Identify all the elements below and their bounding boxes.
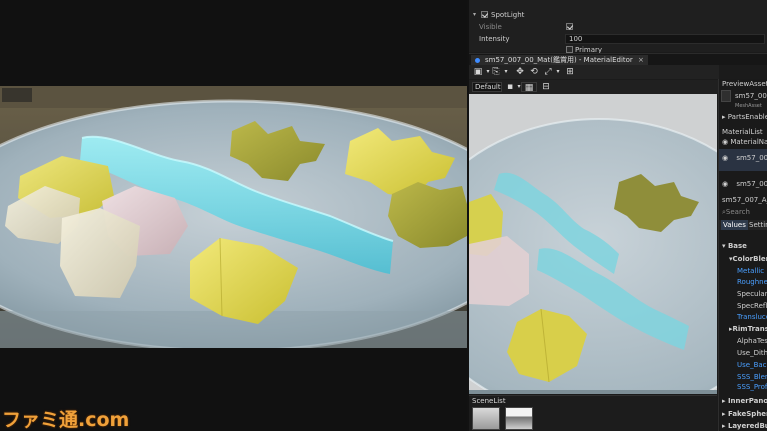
search-input[interactable]: ⌕Search	[722, 208, 750, 217]
material-list-item[interactable]: ◉ sm57_007	[722, 154, 767, 162]
scene-list-title: SceneList	[472, 397, 506, 405]
mesh-asset-label: MeshAsset	[735, 103, 762, 109]
values-settings-tabs: Values Setting	[719, 220, 767, 230]
dropdown-arrow-icon[interactable]: ▾	[553, 67, 563, 77]
material-preview-viewport[interactable]	[469, 94, 717, 394]
view-mode-value: Default	[475, 83, 501, 91]
search-placeholder: Search	[725, 208, 750, 216]
spotlight-checkbox[interactable]	[481, 11, 488, 18]
color-blend-section[interactable]: ▾ColorBlend	[729, 255, 767, 263]
primary-checkbox[interactable]	[566, 46, 573, 53]
layout-icon[interactable]: ▦	[521, 82, 537, 93]
layered-bump-label: LayeredBump	[727, 422, 767, 430]
intensity-row: Intensity 100	[469, 33, 767, 44]
color-blend-label: ColorBlend	[732, 255, 767, 263]
material-name-label: MaterialName	[730, 138, 767, 146]
tab-status-dot-icon	[475, 58, 480, 63]
base-section[interactable]: ▾ Base	[722, 242, 747, 250]
base-label: Base	[727, 242, 747, 250]
parts-enable-label: PartsEnable	[727, 113, 767, 121]
view-mode-select[interactable]: Default	[472, 82, 502, 92]
layered-bump-section[interactable]: ▸ LayeredBump	[722, 422, 767, 430]
eye-icon[interactable]: ◉	[722, 180, 730, 188]
rotate-icon[interactable]: ⟲	[529, 67, 539, 77]
scene-list-panel: SceneList	[469, 395, 717, 431]
editor-toolbar: ▣ ▾ ⎘ ▾ ✥ ⟲ ⤢ ▾ ⊞	[469, 65, 719, 79]
view-toolbar: Default ▪ ▾ ▦ ⊟	[469, 80, 719, 94]
visible-label: Visible	[479, 22, 502, 31]
close-icon[interactable]: ×	[638, 56, 644, 64]
fake-sphere-section[interactable]: ▸ FakeSphere	[722, 410, 767, 418]
main-viewport[interactable]: ファミ通.com	[0, 0, 467, 431]
fake-sphere-label: FakeSphere	[727, 410, 767, 418]
intensity-label: Intensity	[479, 34, 510, 43]
material-editor-pane: ▾ SpotLight Visible Intensity 100 Primar…	[469, 0, 767, 431]
sss-blend-param[interactable]: SSS_Blend	[737, 373, 767, 381]
visible-row: Visible	[469, 21, 767, 32]
spotlight-row[interactable]: ▾ SpotLight	[469, 9, 767, 20]
light-properties: ▾ SpotLight Visible Intensity 100 Primar…	[469, 0, 767, 54]
material-list-label: MaterialList	[722, 128, 763, 136]
snap-icon[interactable]: ⊞	[565, 67, 575, 77]
use-back-param[interactable]: Use_Back	[737, 361, 767, 369]
tab-values[interactable]: Values	[721, 220, 748, 230]
material-side-panel: PreviewAsset sm57_007 MeshAsset ▸ PartsE…	[718, 79, 767, 431]
material-item-label: sm57_007	[736, 180, 767, 188]
tab-settings[interactable]: Setting	[747, 220, 767, 230]
specular-param[interactable]: SpecularRe	[737, 290, 767, 298]
grid-icon[interactable]: ⊟	[541, 82, 551, 92]
asset-name[interactable]: sm57_007	[735, 92, 767, 100]
export-icon[interactable]: ⎘	[491, 67, 501, 77]
dropdown-arrow-icon[interactable]: ▾	[501, 67, 511, 77]
roughness-param[interactable]: Roughness	[737, 278, 767, 286]
use-dither-param[interactable]: Use_Dither	[737, 349, 767, 357]
translucent-param[interactable]: Translucent	[737, 313, 767, 321]
rim-translucent-section[interactable]: ▸RimTransl	[729, 325, 767, 333]
material-item-label: sm57_007	[736, 154, 767, 162]
collapse-arrow-icon[interactable]: ▾	[473, 11, 476, 18]
preview-render-image	[469, 94, 717, 394]
save-icon[interactable]: ▣	[473, 67, 483, 77]
viewport-render[interactable]	[0, 86, 467, 348]
spotlight-label: SpotLight	[491, 10, 525, 19]
parts-enable-row[interactable]: ▸ PartsEnable	[722, 113, 767, 121]
sss-profile-param[interactable]: SSS_Profil	[737, 383, 767, 391]
spec-reflect-param[interactable]: SpecReflec	[737, 302, 767, 310]
tab-title: sm57_007_00_Mat(鑑賞用) - MaterialEditor	[485, 56, 633, 64]
eye-icon[interactable]: ◉	[722, 154, 730, 162]
visible-checkbox[interactable]	[566, 23, 573, 30]
rim-trans-label: RimTransl	[732, 325, 767, 333]
material-name-header: ◉ MaterialName	[722, 138, 767, 146]
selected-material-name: sm57_007_A_Mat	[722, 196, 767, 204]
inner-panorama-label: InnerPanoram	[727, 397, 767, 405]
scene-thumbnail[interactable]	[472, 407, 500, 430]
scene-thumbnail[interactable]	[505, 407, 533, 430]
scale-icon[interactable]: ⤢	[543, 67, 553, 77]
metallic-param[interactable]: Metallic	[737, 267, 764, 275]
site-watermark-logo: ファミ通.com	[2, 409, 130, 431]
jelly-render-image	[0, 86, 467, 348]
alpha-test-param[interactable]: AlphaTestR	[737, 337, 767, 345]
material-list-item[interactable]: ◉ sm57_007	[722, 180, 767, 188]
move-icon[interactable]: ✥	[515, 67, 525, 77]
intensity-input[interactable]: 100	[565, 33, 765, 44]
asset-thumbnail[interactable]	[721, 90, 731, 102]
preview-asset-label: PreviewAsset	[722, 80, 767, 88]
inner-panorama-section[interactable]: ▸ InnerPanoram	[722, 397, 767, 405]
editor-tab-bar: sm57_007_00_Mat(鑑賞用) - MaterialEditor ×	[469, 53, 767, 66]
